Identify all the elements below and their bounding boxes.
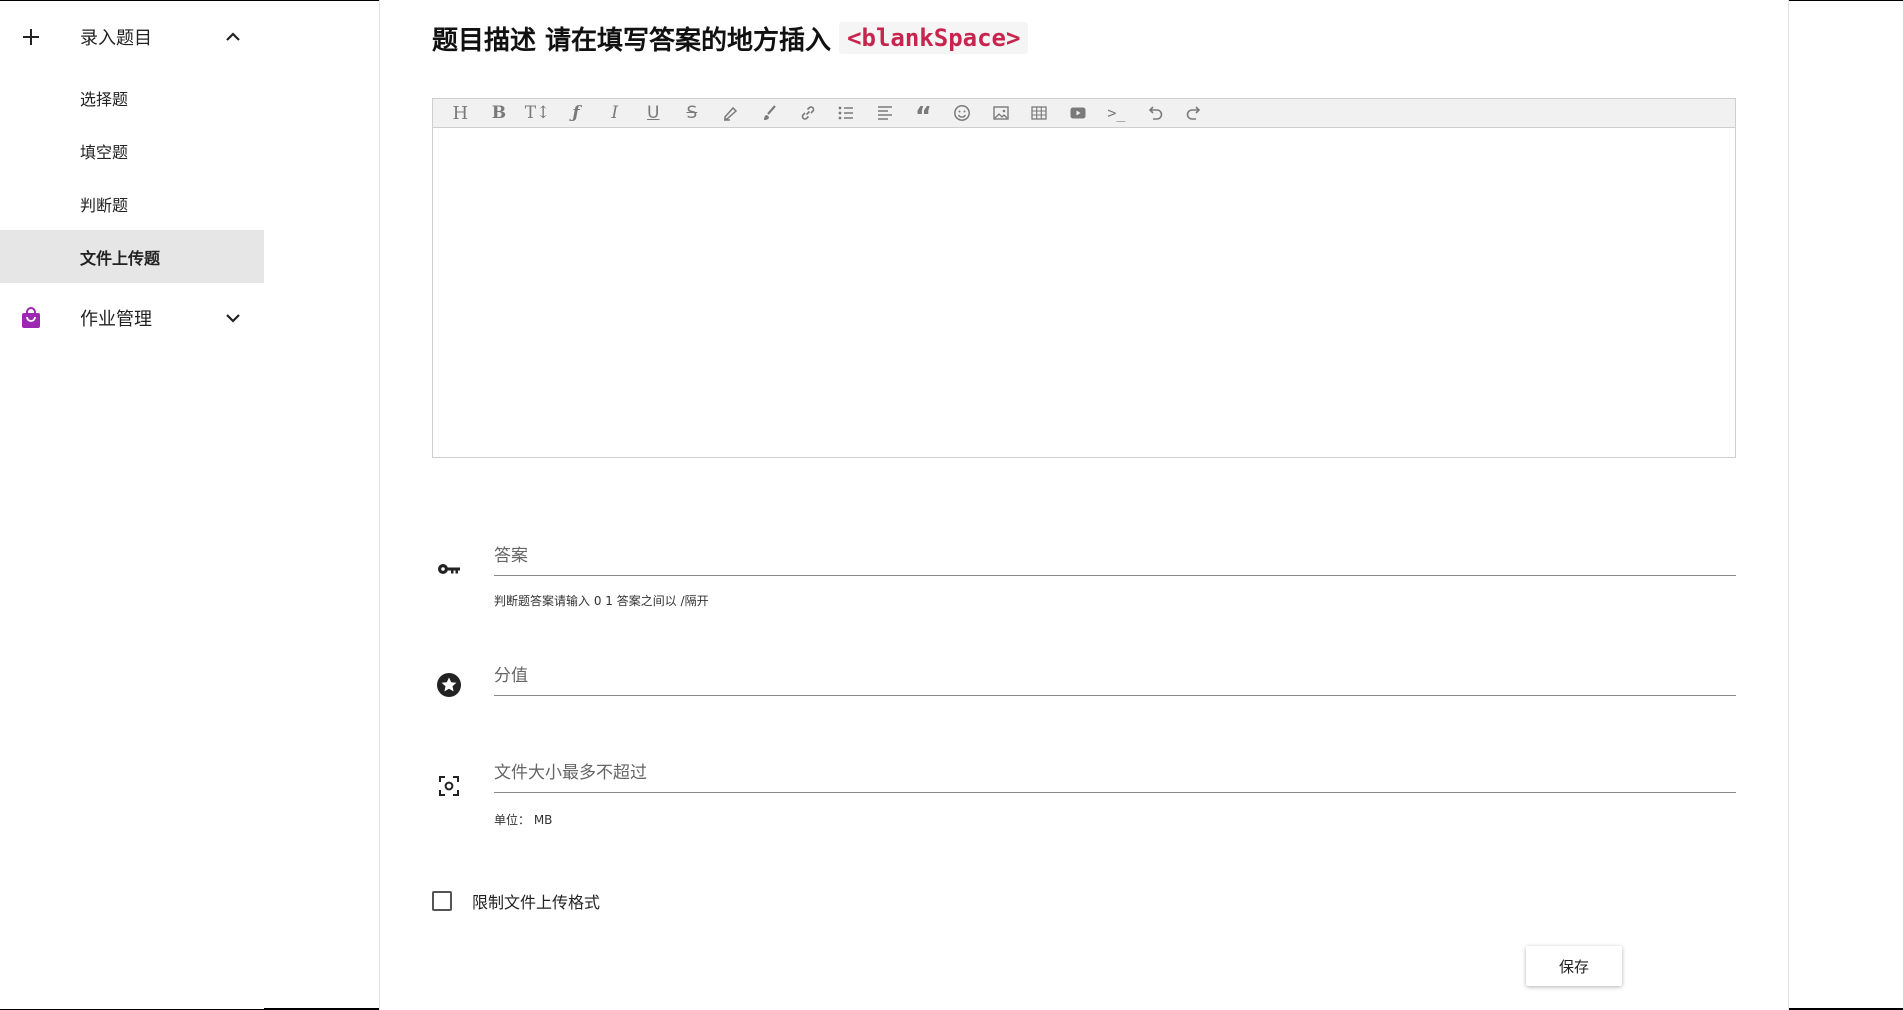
table-icon[interactable] [1020,100,1059,126]
undo-icon[interactable] [1136,100,1175,126]
image-icon[interactable] [981,100,1020,126]
sidebar-item-label: 选择题 [80,89,129,109]
link-icon[interactable] [788,100,827,126]
answer-field-group: 判断题答案请输入 0 1 答案之间以 /隔开 [432,536,1736,616]
page-title: 题目描述 请在填写答案的地方插入 <blankSpace> [432,20,1029,56]
score-field-group [432,656,1736,706]
editor-content-area[interactable] [433,128,1735,457]
video-icon[interactable] [1059,100,1098,126]
sidebar-item-fill-blank[interactable]: 填空题 [0,124,264,177]
file-size-input-wrap [494,753,1736,793]
shopping-bag-icon [20,307,42,329]
plus-icon [20,26,42,48]
brush-icon[interactable] [750,100,789,126]
save-button[interactable]: 保存 [1526,946,1622,986]
sidebar-item-choice[interactable]: 选择题 [0,71,264,124]
question-form-card: 题目描述 请在填写答案的地方插入 <blankSpace> H B T↕ ƒ I… [379,0,1789,1010]
emoji-icon[interactable] [943,100,982,126]
center-focus-icon [436,773,462,799]
chevron-down-icon [224,309,242,327]
underline-icon[interactable]: U [634,100,673,126]
restrict-format-checkbox[interactable] [432,891,452,911]
blank-space-code: <blankSpace> [839,22,1029,54]
highlighter-icon[interactable] [711,100,750,126]
redo-icon[interactable] [1174,100,1213,126]
chevron-up-icon [224,28,242,46]
italic-icon[interactable]: I [595,100,634,126]
file-size-field-group: 单位： MB [432,753,1736,833]
file-size-input[interactable] [494,753,1736,792]
answer-input-wrap [494,536,1736,576]
score-input[interactable] [494,656,1736,695]
font-icon[interactable]: ƒ [557,100,596,126]
sidebar-group-label: 录入题目 [80,28,152,49]
sidebar-item-file-upload[interactable]: 文件上传题 [0,230,264,283]
align-icon[interactable] [866,100,905,126]
key-icon [436,556,462,582]
sidebar-item-label: 填空题 [80,142,129,162]
restrict-format-row[interactable]: 限制文件上传格式 [432,889,600,913]
file-size-hint: 单位： MB [494,813,553,827]
rich-text-editor: H B T↕ ƒ I U S “ >_ [432,98,1736,458]
sidebar: 录入题目 选择题 填空题 判断题 文件上传题 作业管理 [0,1,264,1009]
text-size-icon[interactable]: T↕ [518,100,557,126]
strikethrough-icon[interactable]: S [673,100,712,126]
editor-toolbar: H B T↕ ƒ I U S “ >_ [433,99,1735,130]
sidebar-group-entry[interactable]: 录入题目 [0,2,264,72]
quote-icon[interactable]: “ [904,100,943,130]
sidebar-group-label: 作业管理 [80,309,152,330]
sidebar-item-label: 判断题 [80,195,129,215]
sidebar-item-true-false[interactable]: 判断题 [0,177,264,230]
heading-icon[interactable]: H [441,100,480,126]
answer-hint: 判断题答案请输入 0 1 答案之间以 /隔开 [494,594,709,608]
score-input-wrap [494,656,1736,696]
star-circle-icon [436,672,462,698]
answer-input[interactable] [494,536,1736,575]
page-title-text: 题目描述 请在填写答案的地方插入 [432,25,832,56]
code-icon[interactable]: >_ [1097,100,1136,126]
sidebar-item-label: 文件上传题 [80,248,161,268]
bullet-list-icon[interactable] [827,100,866,126]
restrict-format-label: 限制文件上传格式 [472,893,601,912]
bold-icon[interactable]: B [480,100,519,126]
sidebar-group-homework[interactable]: 作业管理 [0,283,264,353]
